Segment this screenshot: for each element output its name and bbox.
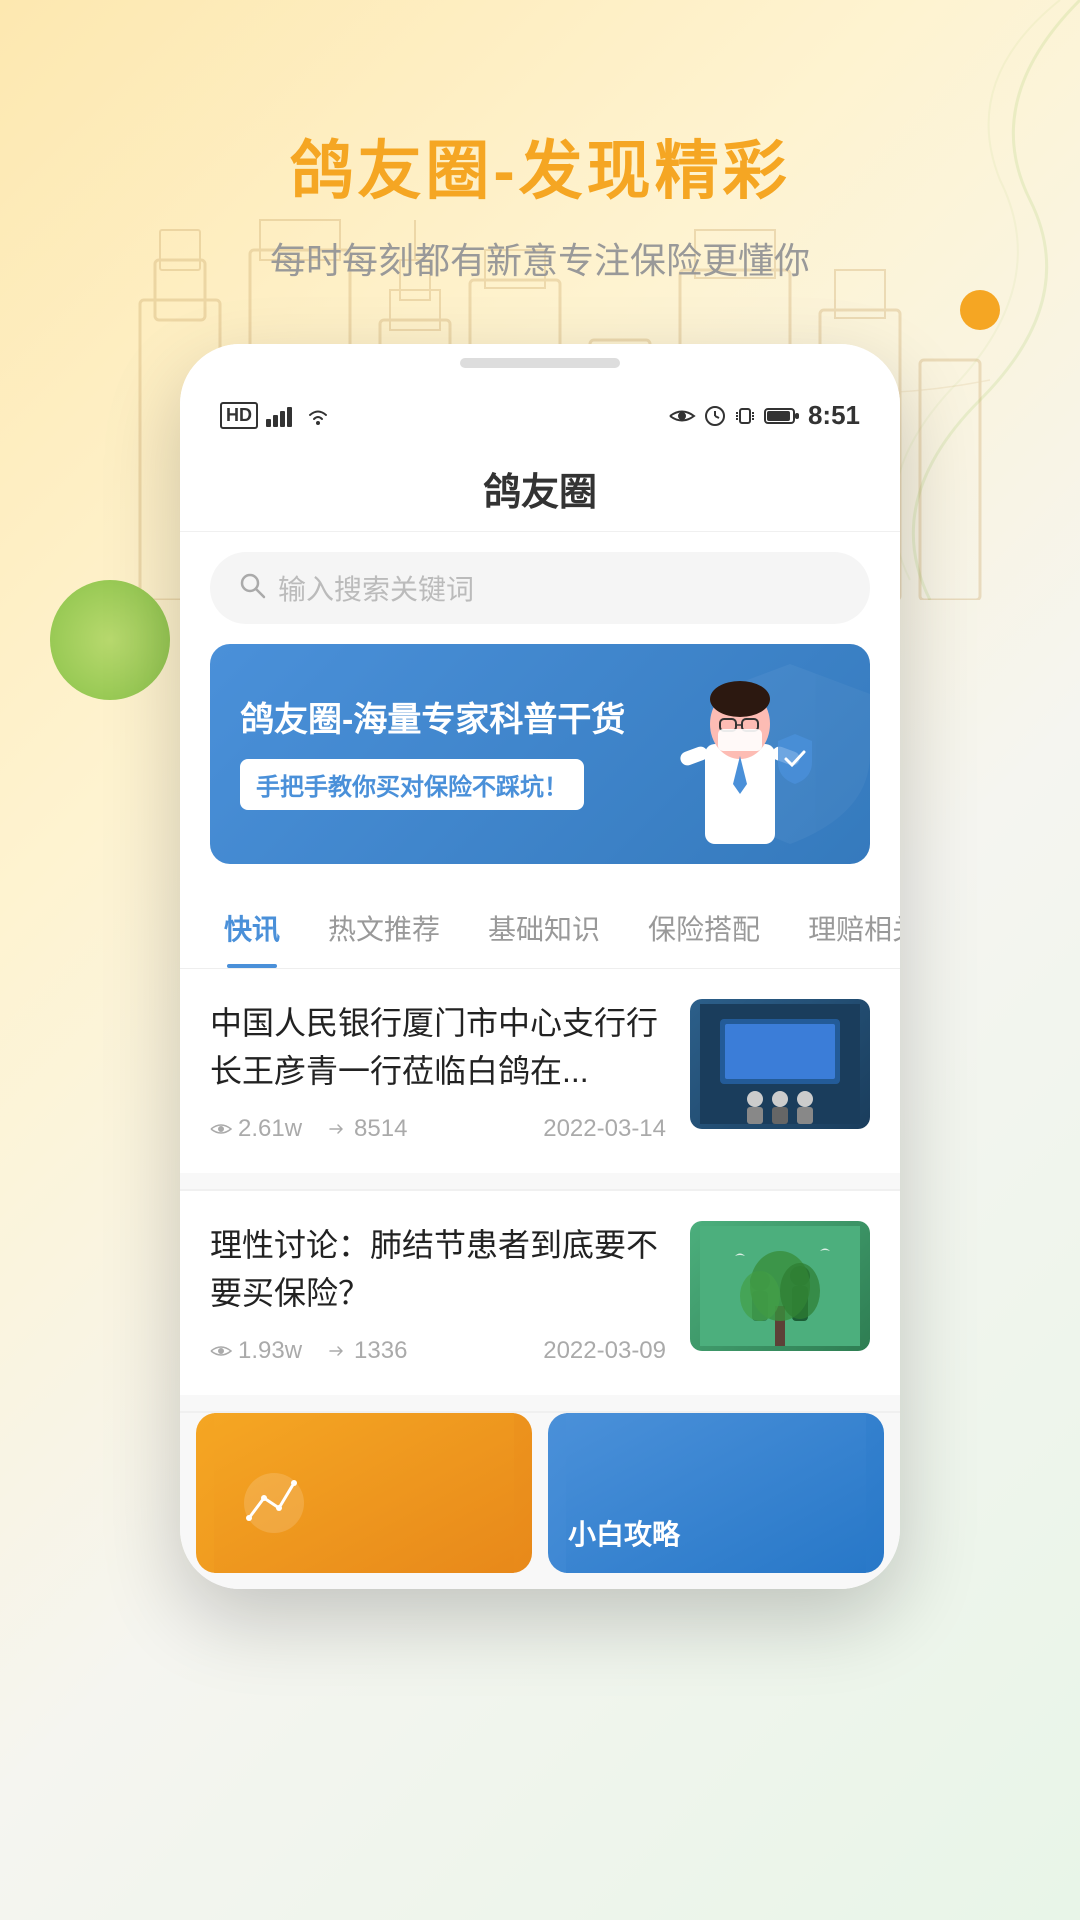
decorative-circle-orange <box>960 290 1000 330</box>
views-2: 1.93w <box>210 1337 302 1365</box>
news-meta-2: 1.93w 1336 2022-03-09 <box>210 1337 666 1365</box>
search-container[interactable]: 输入搜索关键词 <box>180 532 900 644</box>
banner-text: 鸽友圈-海量专家科普干货 手把手教你买对保险不踩坑！ <box>240 698 660 809</box>
news-title-1: 中国人民银行厦门市中心支行行长王彦青一行莅临白鸽在... <box>210 999 666 1095</box>
hero-title: 鸽友圈-发现精彩 <box>0 120 1080 212</box>
tab-kuaixun[interactable]: 快讯 <box>200 884 304 968</box>
date-2: 2022-03-09 <box>543 1337 666 1365</box>
time-display: 8:51 <box>808 400 860 431</box>
tab-rewenpusher[interactable]: 热文推荐 <box>304 884 464 968</box>
news-thumb-1 <box>690 999 870 1129</box>
news-content-1: 中国人民银行厦门市中心支行行长王彦青一行莅临白鸽在... 2.61w <box>210 999 666 1143</box>
tab-lichang[interactable]: 理赔相关 <box>784 884 900 968</box>
news-content-2: 理性讨论：肺结节患者到底要不要买保险？ 1.93w <box>210 1221 666 1365</box>
eye-meta-icon <box>210 1120 232 1138</box>
date-1: 2022-03-14 <box>543 1115 666 1143</box>
search-icon <box>238 571 266 606</box>
banner-image <box>660 654 840 854</box>
search-bar[interactable]: 输入搜索关键词 <box>210 552 870 624</box>
signal-icon <box>266 405 296 427</box>
phone-frame: HD <box>180 344 900 1589</box>
person-illustration <box>660 654 820 844</box>
news-item-1[interactable]: 中国人民银行厦门市中心支行行长王彦青一行莅临白鸽在... 2.61w <box>180 969 900 1173</box>
bottom-cards-row: 小白攻略 <box>180 1413 900 1589</box>
eye-icon <box>668 405 696 427</box>
clock-icon <box>704 405 726 427</box>
status-bar: HD <box>180 380 900 441</box>
status-left: HD <box>220 402 332 429</box>
news-thumb-2 <box>690 1221 870 1351</box>
banner-badge: 手把手教你买对保险不踩坑！ <box>240 759 584 810</box>
banner-title: 鸽友圈-海量专家科普干货 <box>240 698 660 742</box>
shares-1: 8514 <box>326 1115 407 1143</box>
status-right: 8:51 <box>668 400 860 431</box>
views-1: 2.61w <box>210 1115 302 1143</box>
search-placeholder-text: 输入搜索关键词 <box>278 568 474 608</box>
orange-card-graphic <box>196 1413 532 1573</box>
app-title: 鸽友圈 <box>180 441 900 532</box>
news-list: 中国人民银行厦门市中心支行行长王彦青一行莅临白鸽在... 2.61w <box>180 969 900 1589</box>
blue-card-label: 小白攻略 <box>568 1513 680 1553</box>
app-title-text: 鸽友圈 <box>483 472 597 514</box>
battery-icon <box>764 405 800 427</box>
tab-jichu[interactable]: 基础知识 <box>464 884 624 968</box>
news-item-2[interactable]: 理性讨论：肺结节患者到底要不要买保险？ 1.93w <box>180 1191 900 1395</box>
news-meta-1: 2.61w 8514 2022-03-14 <box>210 1115 666 1143</box>
share-meta-icon-2 <box>326 1342 348 1360</box>
eye-meta-icon-2 <box>210 1342 232 1360</box>
hero-subtitle: 每时每刻都有新意专注保险更懂你 <box>0 232 1080 284</box>
bottom-card-orange[interactable] <box>196 1413 532 1573</box>
meeting-illustration <box>700 1004 860 1124</box>
shares-2: 1336 <box>326 1337 407 1365</box>
plant-illustration <box>700 1226 860 1346</box>
news-title-2: 理性讨论：肺结节患者到底要不要买保险？ <box>210 1221 666 1317</box>
share-meta-icon <box>326 1120 348 1138</box>
hd-badge: HD <box>220 402 258 429</box>
phone-notch <box>460 358 620 368</box>
banner-container[interactable]: 鸽友圈-海量专家科普干货 手把手教你买对保险不踩坑！ <box>180 644 900 884</box>
banner[interactable]: 鸽友圈-海量专家科普干货 手把手教你买对保险不踩坑！ <box>210 644 870 864</box>
tab-bar[interactable]: 快讯 热文推荐 基础知识 保险搭配 理赔相关 <box>180 884 900 969</box>
bottom-card-blue[interactable]: 小白攻略 <box>548 1413 884 1573</box>
tab-daipei[interactable]: 保险搭配 <box>624 884 784 968</box>
hero-section: 鸽友圈-发现精彩 每时每刻都有新意专注保险更懂你 <box>0 0 1080 284</box>
vibrate-icon <box>734 405 756 427</box>
wifi-icon <box>304 405 332 427</box>
phone-mockup: HD <box>0 344 1080 1589</box>
